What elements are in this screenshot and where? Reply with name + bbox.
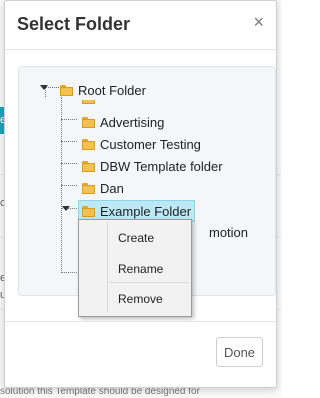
tree-node-label: Example Folder	[100, 203, 192, 219]
done-button[interactable]: Done	[216, 337, 263, 367]
collapse-icon[interactable]	[62, 206, 70, 211]
folder-icon	[82, 160, 95, 172]
menu-item-rename[interactable]: Rename	[118, 262, 163, 276]
dialog-header: Select Folder ×	[5, 1, 276, 50]
menu-item-remove[interactable]: Remove	[118, 292, 163, 306]
menu-separator	[109, 282, 189, 283]
folder-icon	[82, 182, 95, 194]
tree-node-label: Dan	[100, 180, 124, 196]
tree-node-advertising[interactable]: Advertising	[82, 113, 164, 131]
tree-node-partial-label: motion	[209, 224, 249, 240]
tree-connector	[61, 119, 77, 120]
close-button[interactable]: ×	[253, 13, 264, 31]
tree-connector	[61, 163, 77, 164]
collapse-icon[interactable]	[40, 85, 48, 90]
folder-icon	[82, 100, 95, 104]
folder-icon	[60, 84, 73, 96]
tree-node-label: Customer Testing	[100, 136, 201, 152]
dialog-title: Select Folder	[17, 14, 131, 34]
menu-gutter	[107, 222, 108, 312]
folder-context-menu: Create Rename Remove	[78, 219, 192, 317]
tree-node-dbw-template-folder[interactable]: DBW Template folder	[82, 157, 223, 175]
dialog-footer: Done	[5, 321, 276, 388]
tree-node-dan[interactable]: Dan	[82, 179, 124, 197]
folder-icon	[82, 205, 95, 217]
tree-connector	[61, 141, 77, 142]
tree-connector	[61, 185, 77, 186]
tree-node-partial	[82, 100, 100, 106]
folder-icon	[82, 138, 95, 150]
tree-node-root[interactable]: Root Folder	[60, 81, 146, 99]
tree-node-label: Advertising	[100, 114, 165, 130]
tree-node-customer-testing[interactable]: Customer Testing	[82, 135, 201, 153]
tree-node-label: Root Folder	[78, 82, 146, 98]
folder-icon	[82, 116, 95, 128]
select-folder-dialog: Select Folder × Root Folder Advertising …	[4, 0, 277, 388]
menu-item-create[interactable]: Create	[118, 231, 154, 245]
tree-node-label: DBW Template folder	[100, 158, 223, 174]
tree-connector	[61, 272, 77, 273]
